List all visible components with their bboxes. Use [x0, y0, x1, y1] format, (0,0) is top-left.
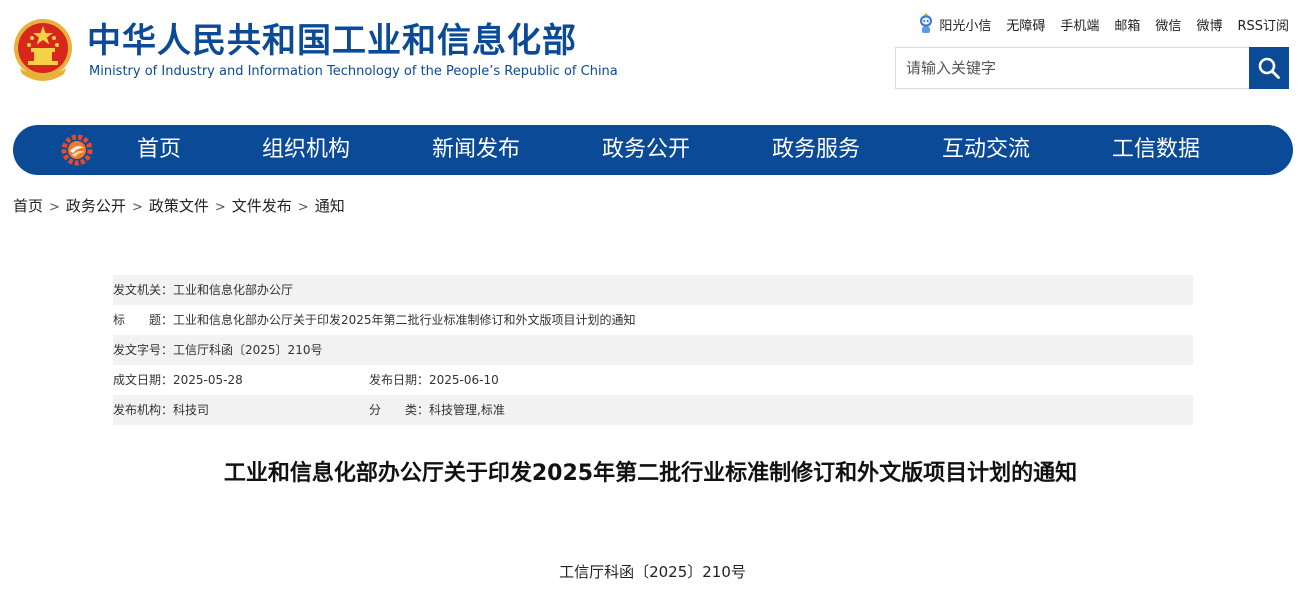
meta-value: 科技司 [173, 403, 210, 417]
top-link-rss[interactable]: RSS订阅 [1237, 15, 1289, 34]
meta-row-doc-number: 发文字号：工信厅科函〔2025〕210号 [113, 335, 1193, 365]
nav-home[interactable]: 首页 [137, 125, 181, 175]
breadcrumb-notice[interactable]: 通知 [315, 197, 345, 215]
nav-news[interactable]: 新闻发布 [432, 125, 520, 175]
nav-government-affairs[interactable]: 政务公开 [602, 125, 690, 175]
meta-value: 2025-05-28 [173, 373, 243, 387]
national-emblem-icon [14, 19, 72, 81]
miit-logo[interactable] [61, 134, 93, 166]
meta-label: 发文机关： [113, 283, 174, 297]
robot-icon [920, 13, 933, 33]
search-button[interactable] [1249, 47, 1289, 89]
meta-row-issuer: 发文机关：工业和信息化部办公厅 [113, 275, 1193, 305]
meta-value: 工业和信息化部办公厅 [173, 283, 294, 297]
top-link-accessibility[interactable]: 无障碍 [1006, 15, 1045, 34]
meta-created-date: 成文日期：2025-05-28 [113, 365, 243, 395]
meta-title: 标 题：工业和信息化部办公厅关于印发2025年第二批行业标准制修订和外文版项目计… [113, 305, 636, 335]
top-link-sunshine-xiaoxin[interactable]: 阳光小信 [917, 13, 991, 35]
nav-interaction[interactable]: 互动交流 [942, 125, 1030, 175]
meta-category: 分 类：科技管理,标准 [369, 395, 505, 425]
site-title-cn[interactable]: 中华人民共和国工业和信息化部 [87, 22, 577, 60]
breadcrumb-government-affairs[interactable]: 政务公开 [66, 197, 126, 215]
meta-agency: 发布机构：科技司 [113, 395, 209, 425]
national-emblem-logo[interactable] [12, 18, 74, 82]
top-links: 阳光小信 无障碍 手机端 邮箱 微信 微博 RSS订阅 [902, 12, 1289, 36]
meta-issuer: 发文机关：工业和信息化部办公厅 [113, 275, 293, 305]
meta-row-title: 标 题：工业和信息化部办公厅关于印发2025年第二批行业标准制修订和外文版项目计… [113, 305, 1193, 335]
meta-row-dates: 成文日期：2025-05-28 发布日期：2025-06-10 [113, 365, 1193, 395]
breadcrumb-document-release[interactable]: 文件发布 [232, 197, 292, 215]
breadcrumb: 首页 > 政务公开 > 政策文件 > 文件发布 > 通知 [13, 195, 345, 219]
top-link-mailbox[interactable]: 邮箱 [1114, 15, 1140, 34]
site-title-en[interactable]: Ministry of Industry and Information Tec… [89, 64, 618, 80]
article-title: 工业和信息化部办公厅关于印发2025年第二批行业标准制修订和外文版项目计划的通知 [223, 461, 1078, 486]
search-icon [1258, 57, 1280, 79]
search-box [895, 47, 1289, 89]
meta-value: 科技管理,标准 [429, 403, 505, 417]
meta-label: 成文日期： [113, 373, 174, 387]
meta-value: 工信厅科函〔2025〕210号 [173, 343, 323, 357]
nav-miit-data[interactable]: 工信数据 [1112, 125, 1200, 175]
meta-row-agency: 发布机构：科技司 分 类：科技管理,标准 [113, 395, 1193, 425]
top-link-label: 阳光小信 [939, 18, 992, 34]
breadcrumb-home[interactable]: 首页 [13, 197, 43, 215]
miit-gear-logo-icon [61, 134, 93, 166]
meta-label: 发文字号： [113, 343, 174, 357]
meta-label: 发布日期： [369, 373, 430, 387]
meta-value: 2025-06-10 [429, 373, 499, 387]
meta-published-date: 发布日期：2025-06-10 [369, 365, 499, 395]
top-link-weibo[interactable]: 微博 [1196, 15, 1222, 34]
nav-organization[interactable]: 组织机构 [262, 125, 350, 175]
top-link-mobile[interactable]: 手机端 [1060, 15, 1099, 34]
top-link-wechat[interactable]: 微信 [1155, 15, 1181, 34]
nav-government-services[interactable]: 政务服务 [772, 125, 860, 175]
breadcrumb-policy-documents[interactable]: 政策文件 [149, 197, 209, 215]
meta-value: 工业和信息化部办公厅关于印发2025年第二批行业标准制修订和外文版项目计划的通知 [173, 313, 636, 327]
document-meta-table: 发文机关：工业和信息化部办公厅 标 题：工业和信息化部办公厅关于印发2025年第… [113, 275, 1193, 425]
breadcrumb-separator: > [49, 200, 60, 215]
meta-label: 分 类： [369, 403, 430, 417]
search-input[interactable] [896, 48, 1250, 88]
meta-label: 发布机构： [113, 403, 174, 417]
breadcrumb-separator: > [131, 200, 143, 215]
meta-doc-number: 发文字号：工信厅科函〔2025〕210号 [113, 335, 322, 365]
breadcrumb-separator: > [297, 200, 309, 215]
meta-label: 标 题： [113, 313, 174, 327]
main-nav: 首页 组织机构 新闻发布 政务公开 政务服务 互动交流 工信数据 [13, 125, 1293, 175]
article-doc-number: 工信厅科函〔2025〕210号 [559, 563, 746, 581]
breadcrumb-separator: > [214, 200, 226, 215]
